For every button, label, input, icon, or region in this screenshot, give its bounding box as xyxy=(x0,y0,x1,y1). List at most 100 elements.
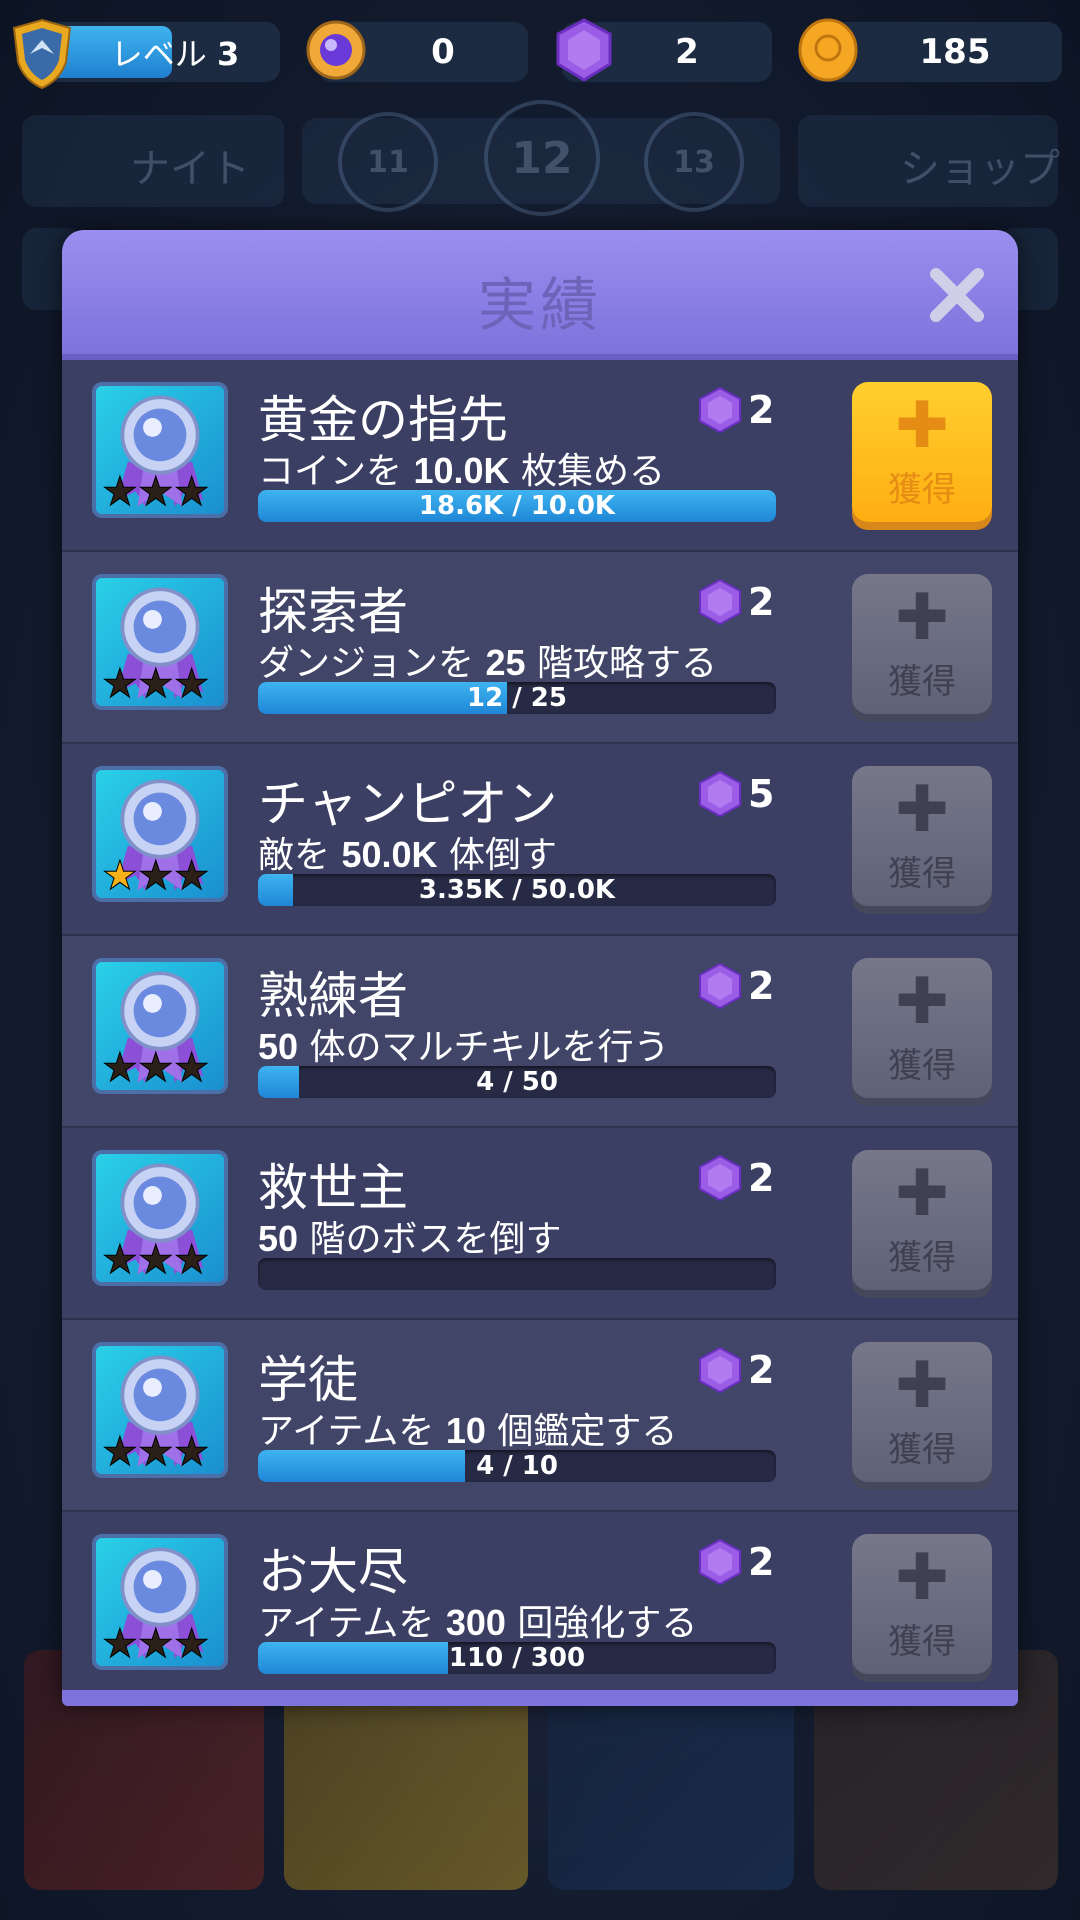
star-icon: ★ xyxy=(173,1045,210,1091)
reward-amount: 2 xyxy=(748,1348,775,1392)
progress-text: 3.35K / 50.0K xyxy=(418,875,616,905)
progress-bar: 4 / 50 xyxy=(258,1066,776,1098)
level-label: レベル xyxy=(110,35,207,73)
star-icon: ★ xyxy=(102,853,139,899)
knight-label: ナイト xyxy=(130,146,250,192)
progress-text: 18.6K / 10.0K xyxy=(418,491,616,521)
star-icon: ★ xyxy=(102,469,139,515)
gem-icon xyxy=(699,578,741,626)
star-icon: ★ xyxy=(137,1237,174,1283)
claim-button[interactable]: ✚ 獲得 xyxy=(852,1342,992,1482)
gem-icon xyxy=(699,1346,741,1394)
star-icon: ★ xyxy=(173,1429,210,1475)
desc-post: 個鑑定する xyxy=(485,1411,678,1452)
star-icon: ★ xyxy=(173,661,210,707)
achievement-desc: 50 階のボスを倒す xyxy=(258,1210,562,1262)
plus-icon: ✚ xyxy=(895,1541,949,1615)
claim-button[interactable]: ✚ 獲得 xyxy=(852,574,992,714)
progress-bar: 18.6K / 10.0K xyxy=(258,490,776,522)
medal-badge: ★ ★ ★ xyxy=(92,958,228,1094)
reward-amount: 5 xyxy=(748,772,775,816)
desc-num: 25 xyxy=(485,642,526,683)
desc-num: 10 xyxy=(445,1410,486,1451)
star-rating: ★ ★ ★ xyxy=(102,1045,211,1091)
claim-button[interactable]: ✚ 獲得 xyxy=(852,1534,992,1674)
achievement-row: ★ ★ ★ お大尽 アイテムを 300 回強化する 2 110 / 300 ✚ … xyxy=(62,1512,1018,1704)
achievement-row: ★ ★ ★ 熟練者 50 体のマルチキルを行う 2 4 / 50 ✚ 獲得 xyxy=(62,936,1018,1128)
gem-count: 2 xyxy=(675,32,699,72)
medal-badge: ★ ★ ★ xyxy=(92,1534,228,1670)
claim-button[interactable]: ✚ 獲得 xyxy=(852,1150,992,1290)
plus-icon: ✚ xyxy=(895,1349,949,1423)
level-value: 3 xyxy=(216,35,240,73)
medal-badge: ★ ★ ★ xyxy=(92,766,228,902)
reward: 2 xyxy=(698,1346,774,1394)
star-icon: ★ xyxy=(102,1237,139,1283)
desc-pre: ダンジョンを xyxy=(258,643,486,684)
star-icon: ★ xyxy=(137,1621,174,1667)
claim-button[interactable]: ✚ 獲得 xyxy=(852,766,992,906)
level-pill[interactable]: レベル 3 xyxy=(40,22,280,82)
desc-num: 50.0K xyxy=(341,834,438,875)
star-icon: ★ xyxy=(137,1045,174,1091)
reward: 2 xyxy=(698,1154,774,1202)
plus-icon: ✚ xyxy=(895,389,949,463)
progress-text: 4 / 10 xyxy=(476,1451,558,1481)
modal-title: 実績 xyxy=(477,271,602,339)
star-icon: ★ xyxy=(102,661,139,707)
medal-badge: ★ ★ ★ xyxy=(92,574,228,710)
star-icon: ★ xyxy=(173,469,210,515)
claim-button[interactable]: ✚ 獲得 xyxy=(852,382,992,522)
medal-badge: ★ ★ ★ xyxy=(92,1150,228,1286)
reward-amount: 2 xyxy=(748,964,775,1008)
claim-label: 獲得 xyxy=(888,470,956,510)
gem-icon xyxy=(556,18,612,82)
desc-pre: 敵を xyxy=(258,835,342,876)
star-icon: ★ xyxy=(137,853,174,899)
star-icon: ★ xyxy=(173,1621,210,1667)
claim-label: 獲得 xyxy=(888,854,956,894)
achievement-row: ★ ★ ★ 救世主 50 階のボスを倒す 2 ✚ 獲得 xyxy=(62,1128,1018,1320)
modal-header: 実績 xyxy=(62,230,1018,360)
desc-num: 50 xyxy=(258,1026,299,1067)
floor-13: 13 xyxy=(644,112,744,212)
progress-text: 110 / 300 xyxy=(448,1643,586,1673)
coin-count: 185 xyxy=(919,32,991,72)
achievements-modal: 実績 ★ ★ ★ 黄金の指先 コインを 10.0K 枚集める 2 18.6K /… xyxy=(62,230,1018,1706)
reward-amount: 2 xyxy=(748,580,775,624)
star-icon: ★ xyxy=(173,1237,210,1283)
progress-text xyxy=(258,1258,776,1290)
star-icon: ★ xyxy=(102,1429,139,1475)
achievement-desc: 敵を 50.0K 体倒す xyxy=(258,826,557,878)
achievement-desc: アイテムを 10 個鑑定する xyxy=(258,1402,677,1454)
medal-badge: ★ ★ ★ xyxy=(92,1342,228,1478)
achievement-desc: 50 体のマルチキルを行う xyxy=(258,1018,670,1070)
star-icon: ★ xyxy=(102,1045,139,1091)
reward: 2 xyxy=(698,578,774,626)
desc-post: 体倒す xyxy=(437,835,557,876)
star-icon: ★ xyxy=(173,853,210,899)
medal-badge: ★ ★ ★ xyxy=(92,382,228,518)
progress-text: 4 / 50 xyxy=(476,1067,558,1097)
gem-icon xyxy=(699,1538,741,1586)
close-icon[interactable] xyxy=(926,264,988,326)
gem-icon xyxy=(699,962,741,1010)
progress-text: 12 / 25 xyxy=(467,683,567,713)
level-text: レベル 3 xyxy=(111,29,239,75)
star-rating: ★ ★ ★ xyxy=(102,1429,211,1475)
achievement-row: ★ ★ ★ 黄金の指先 コインを 10.0K 枚集める 2 18.6K / 10… xyxy=(62,360,1018,552)
star-icon: ★ xyxy=(137,1429,174,1475)
modal-footer xyxy=(62,1690,1018,1706)
desc-post: 階攻略する xyxy=(525,643,717,684)
claim-button[interactable]: ✚ 獲得 xyxy=(852,958,992,1098)
progress-bar: 3.35K / 50.0K xyxy=(258,874,776,906)
desc-num: 50 xyxy=(258,1218,299,1259)
orb-count: 0 xyxy=(431,32,455,72)
claim-label: 獲得 xyxy=(888,1238,956,1278)
achievement-desc: コインを 10.0K 枚集める xyxy=(258,442,665,494)
reward: 2 xyxy=(698,962,774,1010)
desc-post: 体のマルチキルを行う xyxy=(298,1027,670,1068)
reward: 5 xyxy=(698,770,774,818)
floor-12: 12 xyxy=(484,100,600,216)
star-icon: ★ xyxy=(137,469,174,515)
